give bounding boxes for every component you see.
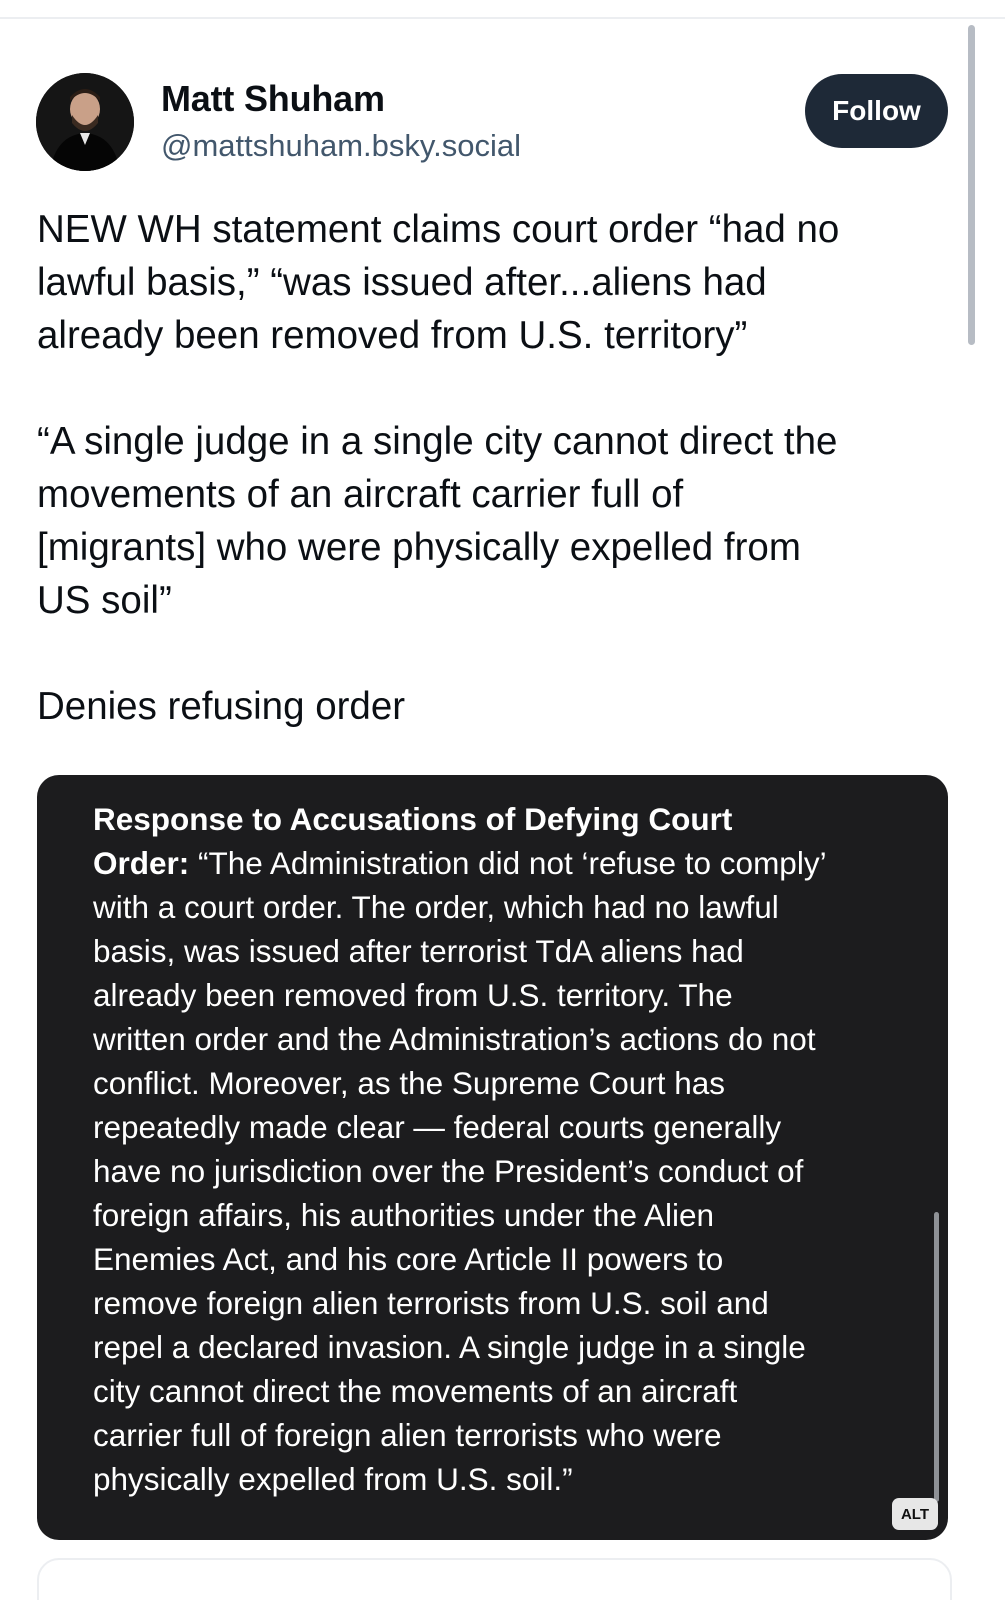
next-card-edge <box>37 1558 952 1600</box>
post-thread-view: Matt Shuham @mattshuham.bsky.social Foll… <box>0 0 1005 1600</box>
embedded-image-text: Response to Accusations of Defying Court… <box>93 797 913 1501</box>
post-text: NEW WH statement claims court order “had… <box>37 203 962 733</box>
post-line: movements of an aircraft carrier full of <box>37 473 684 516</box>
user-avatar-icon <box>36 73 134 171</box>
post-line: lawful basis,” “was issued after...alien… <box>37 261 767 304</box>
embed-scrollbar[interactable] <box>934 1212 939 1502</box>
post-paragraph: “A single judge in a single city cannot … <box>37 415 962 627</box>
avatar[interactable] <box>36 73 134 171</box>
display-name[interactable]: Matt Shuham <box>161 78 385 120</box>
embedded-image-body: “The Administration did not ‘refuse to c… <box>93 845 827 1497</box>
post-paragraph: Denies refusing order <box>37 680 962 733</box>
alt-text-badge[interactable]: ALT <box>892 1498 938 1530</box>
post-line: Denies refusing order <box>37 685 406 728</box>
post-paragraph: NEW WH statement claims court order “had… <box>37 203 962 362</box>
post-line: already been removed from U.S. territory… <box>37 314 748 357</box>
user-handle[interactable]: @mattshuham.bsky.social <box>161 128 521 164</box>
follow-button[interactable]: Follow <box>805 74 948 148</box>
post-line: “A single judge in a single city cannot … <box>37 420 838 463</box>
post-line: [migrants] who were physically expelled … <box>37 526 801 569</box>
embedded-image[interactable]: Response to Accusations of Defying Court… <box>37 775 948 1540</box>
post-line: US soil” <box>37 579 172 622</box>
page-scrollbar[interactable] <box>968 25 975 345</box>
top-divider <box>0 17 1005 19</box>
post-line: NEW WH statement claims court order “had… <box>37 208 840 251</box>
